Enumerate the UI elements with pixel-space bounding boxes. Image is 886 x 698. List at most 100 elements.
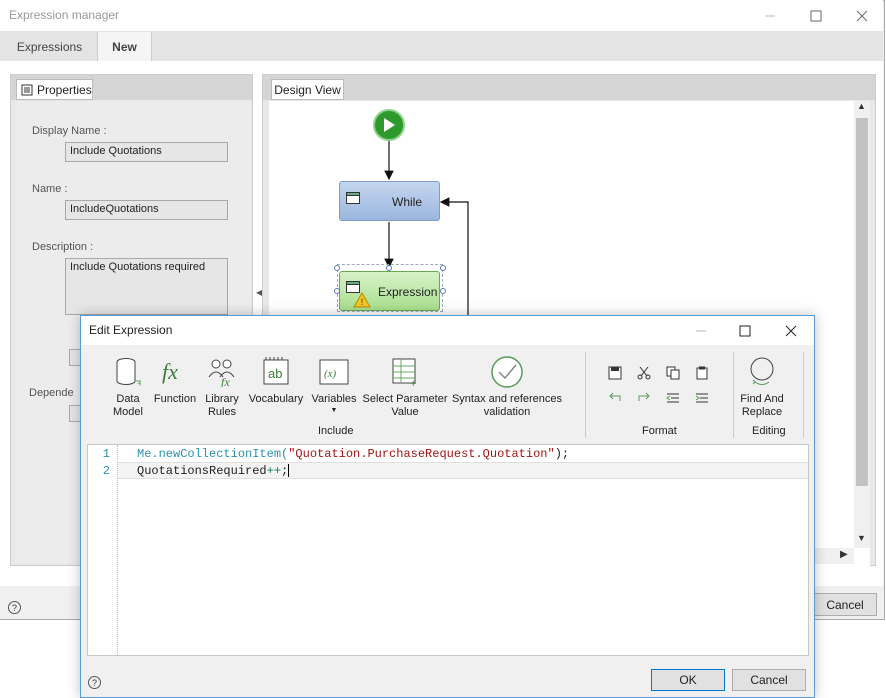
- vocabulary-button[interactable]: ab Vocabulary: [247, 355, 305, 406]
- while-node[interactable]: While: [339, 181, 440, 221]
- resize-handle[interactable]: [334, 265, 340, 271]
- code-line: 1 Me.newCollectionItem("Quotation.Purcha…: [88, 446, 569, 463]
- tab-new[interactable]: New: [97, 32, 152, 62]
- code-editor[interactable]: 1 Me.newCollectionItem("Quotation.Purcha…: [87, 444, 809, 656]
- properties-tab[interactable]: Properties: [16, 79, 93, 100]
- resize-handle[interactable]: [440, 288, 446, 294]
- while-node-icon: [346, 192, 360, 204]
- svg-text:!: !: [361, 297, 364, 307]
- function-icon: fx: [162, 359, 178, 384]
- scroll-up-icon: ▲: [857, 101, 866, 111]
- svg-text:(x): (x): [324, 368, 337, 380]
- select-parameter-value-button[interactable]: + Select Parameter Value: [362, 355, 448, 419]
- help-icon[interactable]: ?: [88, 676, 101, 689]
- code-token: QuotationsRequired: [137, 464, 267, 478]
- library-rules-label: Library Rules: [205, 393, 239, 418]
- data-model-button[interactable]: + Data Model: [108, 355, 148, 419]
- close-icon: [785, 325, 797, 336]
- expression-node[interactable]: ! Expression: [339, 271, 440, 311]
- ok-button[interactable]: OK: [651, 669, 725, 691]
- close-icon: [856, 10, 868, 21]
- code-token: Me.newCollectionItem(: [137, 447, 289, 461]
- scroll-down-icon: ▼: [857, 533, 866, 543]
- select-parameter-icon: +: [392, 358, 416, 387]
- find-and-replace-button[interactable]: Find And Replace: [736, 355, 788, 419]
- variables-icon: (x): [319, 359, 349, 385]
- data-model-label: Data Model: [113, 393, 143, 418]
- minimize-button[interactable]: [747, 0, 793, 31]
- format-group-label: Format: [642, 425, 677, 437]
- indent-icon[interactable]: [693, 390, 711, 406]
- text-cursor: [288, 464, 290, 478]
- validation-icon: [491, 356, 523, 388]
- function-label: Function: [153, 393, 197, 405]
- resize-handle[interactable]: [386, 265, 392, 271]
- code-token: "Quotation.PurchaseRequest.Quotation": [288, 447, 555, 461]
- scroll-thumb[interactable]: [856, 118, 868, 486]
- outdent-icon[interactable]: [664, 390, 682, 406]
- display-name-label: Display Name :: [32, 125, 107, 137]
- edit-maximize-button[interactable]: [722, 316, 768, 345]
- description-field[interactable]: Include Quotations required: [65, 258, 228, 315]
- maximize-icon: [810, 10, 822, 21]
- scroll-right-icon: ▶: [840, 549, 848, 560]
- edit-cancel-button[interactable]: Cancel: [732, 669, 806, 691]
- copy-icon[interactable]: [664, 365, 682, 381]
- tab-expressions[interactable]: Expressions: [3, 32, 96, 62]
- resize-handle[interactable]: [440, 265, 446, 271]
- find-and-replace-label: Find And Replace: [740, 393, 784, 418]
- play-icon: [384, 118, 395, 132]
- undo-icon[interactable]: [606, 390, 624, 406]
- svg-text:+: +: [137, 379, 141, 387]
- library-rules-icon: fx: [208, 359, 235, 387]
- start-node[interactable]: [373, 109, 405, 141]
- code-token: ++: [266, 464, 282, 478]
- code-token: ;: [281, 464, 289, 478]
- vertical-scrollbar[interactable]: ▲ ▼: [854, 101, 870, 548]
- code-token: );: [554, 447, 570, 461]
- display-name-field[interactable]: Include Quotations: [65, 142, 228, 162]
- include-group-label: Include: [318, 425, 354, 437]
- redo-icon[interactable]: [635, 390, 653, 406]
- svg-text:fx: fx: [221, 375, 230, 387]
- maximize-icon: [739, 325, 751, 336]
- minimize-icon: [765, 15, 775, 16]
- cut-icon[interactable]: [635, 365, 653, 381]
- maximize-button[interactable]: [793, 0, 839, 31]
- expression-node-label: Expression: [378, 285, 438, 299]
- paste-icon[interactable]: [693, 365, 711, 381]
- ribbon-separator: [585, 352, 586, 438]
- resize-handle[interactable]: [334, 288, 340, 294]
- code-line: 2 QuotationsRequired++;: [88, 463, 290, 480]
- window-title: Expression manager: [9, 8, 120, 22]
- dependencies-label: Depende: [29, 387, 74, 399]
- syntax-validation-button[interactable]: Syntax and references validation: [451, 355, 563, 419]
- close-button[interactable]: [839, 0, 885, 31]
- name-label: Name :: [32, 183, 68, 195]
- variables-label: Variables: [311, 393, 357, 405]
- while-node-label: While: [392, 195, 423, 209]
- chevron-down-icon: ▼: [330, 407, 338, 414]
- function-button[interactable]: fx Function: [152, 355, 198, 406]
- edit-dialog-title: Edit Expression: [89, 323, 173, 337]
- vocabulary-icon: ab: [263, 357, 289, 385]
- main-cancel-button[interactable]: Cancel: [813, 593, 877, 616]
- line-number: 1: [102, 447, 110, 461]
- variables-button[interactable]: (x) Variables ▼: [309, 355, 359, 415]
- help-icon[interactable]: ?: [8, 601, 21, 614]
- vocabulary-label: Vocabulary: [248, 393, 304, 405]
- description-label: Description :: [32, 241, 94, 253]
- ribbon-separator: [733, 352, 734, 438]
- save-icon[interactable]: [606, 365, 624, 381]
- edit-close-button[interactable]: [768, 316, 814, 345]
- name-field[interactable]: IncludeQuotations: [65, 200, 228, 220]
- svg-text:ab: ab: [268, 366, 282, 381]
- minimize-icon: [696, 330, 706, 331]
- design-view-tab[interactable]: Design View: [271, 79, 344, 100]
- editing-group-label: Editing: [752, 425, 786, 437]
- syntax-validation-label: Syntax and references validation: [451, 393, 563, 418]
- database-icon: +: [116, 358, 141, 387]
- edit-minimize-button[interactable]: [678, 316, 724, 345]
- library-rules-button[interactable]: fx Library Rules: [202, 355, 242, 419]
- line-number: 2: [102, 464, 110, 478]
